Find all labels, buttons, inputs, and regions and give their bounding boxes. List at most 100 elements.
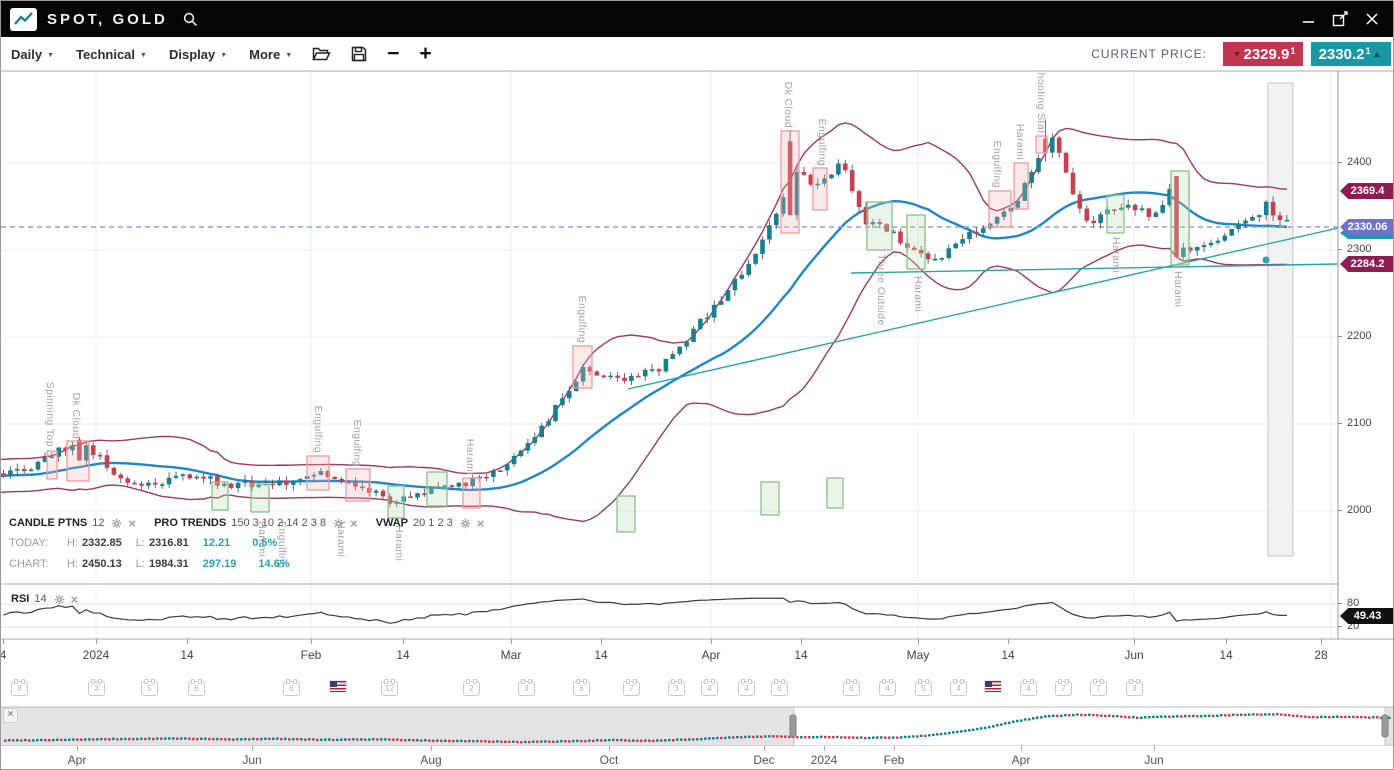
navigator-close-icon[interactable]: ×: [3, 708, 18, 723]
event-calendar-icon[interactable]: 6: [843, 681, 860, 696]
menu-more[interactable]: More ▼: [249, 47, 292, 62]
chart-high-value: 2450.13: [82, 558, 122, 570]
trendlines: [628, 228, 1338, 389]
legend-pro-trends: PRO TRENDS: [154, 517, 226, 529]
date-axis-tick: [187, 639, 188, 644]
menu-more-label: More: [249, 47, 280, 62]
today-range-value: 12.21: [203, 537, 231, 549]
navigator-selection[interactable]: [794, 707, 1385, 746]
popout-button[interactable]: [1331, 10, 1349, 28]
event-calendar-icon[interactable]: 3: [668, 681, 685, 696]
date-axis-label: 28: [1314, 648, 1327, 662]
event-calendar-icon[interactable]: 6: [283, 681, 300, 696]
event-calendar-icon[interactable]: 6: [188, 681, 205, 696]
navigator-axis-tick: [252, 746, 253, 751]
menu-interval-label: Daily: [11, 47, 42, 62]
price-axis-label: 80: [1338, 597, 1359, 609]
menu-interval[interactable]: Daily ▼: [11, 47, 54, 62]
rsi-line: [4, 598, 1287, 623]
event-calendar-icon[interactable]: 4: [701, 681, 718, 696]
today-stats-row: TODAY: H: 2332.85 L: 2316.81 12.21 0.5%: [9, 537, 299, 549]
svg-text:Dk Cloud: Dk Cloud: [70, 393, 82, 439]
minimize-button[interactable]: [1299, 10, 1317, 28]
event-calendar-icon[interactable]: 3: [88, 681, 105, 696]
event-calendar-icon[interactable]: 6: [771, 681, 788, 696]
chart-low-value: 1984.31: [149, 558, 189, 570]
navigator-axis-label: Apr: [68, 753, 87, 767]
event-calendar-icon[interactable]: 7: [623, 681, 640, 696]
date-axis-tick: [403, 639, 404, 644]
bid-price-button[interactable]: ▼ 2329.91: [1223, 42, 1303, 66]
event-calendar-icon[interactable]: 3: [1126, 681, 1143, 696]
svg-text:Engulfing: Engulfing: [576, 296, 588, 343]
legend-rsi-params: 14: [34, 593, 46, 605]
search-icon[interactable]: [182, 11, 199, 28]
date-axis-label: 14: [1001, 648, 1014, 662]
date-axis-tick: [1226, 639, 1227, 644]
moving-average-line: [1, 192, 1287, 489]
navigator-axis-tick: [609, 746, 610, 751]
bid-pip: 1: [1290, 46, 1295, 56]
date-axis-tick: [3, 639, 4, 644]
date-axis-label: Feb: [301, 648, 322, 662]
menu-technical[interactable]: Technical ▼: [76, 47, 147, 62]
navigator-axis-label: Oct: [600, 753, 619, 767]
svg-text:Engulfing: Engulfing: [816, 119, 828, 166]
gear-icon[interactable]: [460, 518, 471, 529]
close-indicator-icon[interactable]: ×: [477, 518, 485, 529]
candle-pattern-labels: Spinning TopDk CloudEngulfingEngulfingHa…: [44, 65, 1184, 568]
price-axis: 2400230022002100200080202369.42330.06228…: [1338, 71, 1394, 639]
close-indicator-icon[interactable]: ×: [128, 518, 136, 529]
date-axis-tick: [311, 639, 312, 644]
ask-price-value: 2330.2: [1319, 46, 1365, 63]
zoom-in-button[interactable]: +: [419, 44, 431, 64]
arrow-down-icon: ▼: [1233, 49, 1242, 59]
svg-text:Harami: Harami: [1110, 237, 1122, 273]
chevron-down-icon: ▼: [220, 52, 227, 59]
legend-candle-params: 12: [92, 517, 104, 529]
ask-pip: 1: [1365, 46, 1370, 56]
gear-icon[interactable]: [54, 594, 65, 605]
event-calendar-icon[interactable]: 4: [738, 681, 755, 696]
price-axis-label: 2200: [1338, 330, 1371, 342]
date-axis-label: May: [907, 648, 930, 662]
event-calendar-icon[interactable]: 4: [950, 681, 967, 696]
save-icon[interactable]: [351, 46, 367, 62]
event-calendar-icon[interactable]: 5: [141, 681, 158, 696]
event-calendar-icon[interactable]: 2: [463, 681, 480, 696]
event-calendar-icon[interactable]: 7: [1055, 681, 1072, 696]
navigator-axis-label: 2024: [811, 753, 838, 767]
svg-text:Harami: Harami: [912, 276, 924, 312]
gear-icon[interactable]: [111, 518, 122, 529]
legend-pro-trends-params: 150 3 10 2 14 2 3 8: [231, 517, 326, 529]
rsi-value-tag: 49.43: [1340, 608, 1394, 624]
zoom-out-button[interactable]: −: [387, 44, 399, 64]
ask-price-button[interactable]: 2330.21 ▲: [1311, 42, 1391, 66]
open-folder-icon[interactable]: [312, 46, 331, 62]
event-calendar-icon[interactable]: 4: [879, 681, 896, 696]
navigator-right-handle[interactable]: [1382, 715, 1388, 737]
date-axis-tick: [918, 639, 919, 644]
event-calendar-icon[interactable]: 8: [11, 681, 28, 696]
menu-display[interactable]: Display ▼: [169, 47, 227, 62]
close-indicator-icon[interactable]: ×: [350, 518, 358, 529]
date-axis-tick: [1134, 639, 1135, 644]
close-button[interactable]: [1363, 10, 1381, 28]
us-flag-event-icon[interactable]: [330, 681, 346, 692]
rsi-legend-row: RSI 14 ×: [11, 593, 78, 605]
event-calendar-icon[interactable]: 5: [915, 681, 932, 696]
event-calendar-icon[interactable]: 4: [1020, 681, 1037, 696]
event-calendar-icon[interactable]: 6: [573, 681, 590, 696]
date-axis-label: Apr: [702, 648, 721, 662]
gear-icon[interactable]: [333, 518, 344, 529]
close-indicator-icon[interactable]: ×: [71, 594, 79, 605]
svg-text:Harami: Harami: [1014, 124, 1026, 160]
app-logo-icon: [10, 8, 37, 31]
event-calendar-icon[interactable]: 12: [381, 681, 398, 696]
event-calendar-icon[interactable]: 7: [1090, 681, 1107, 696]
gridlines: [1, 71, 1338, 639]
event-calendar-icon[interactable]: 3: [518, 681, 535, 696]
navigator-left-handle[interactable]: [790, 715, 796, 737]
date-axis-label: 14: [1219, 648, 1232, 662]
us-flag-event-icon[interactable]: [985, 681, 1001, 692]
